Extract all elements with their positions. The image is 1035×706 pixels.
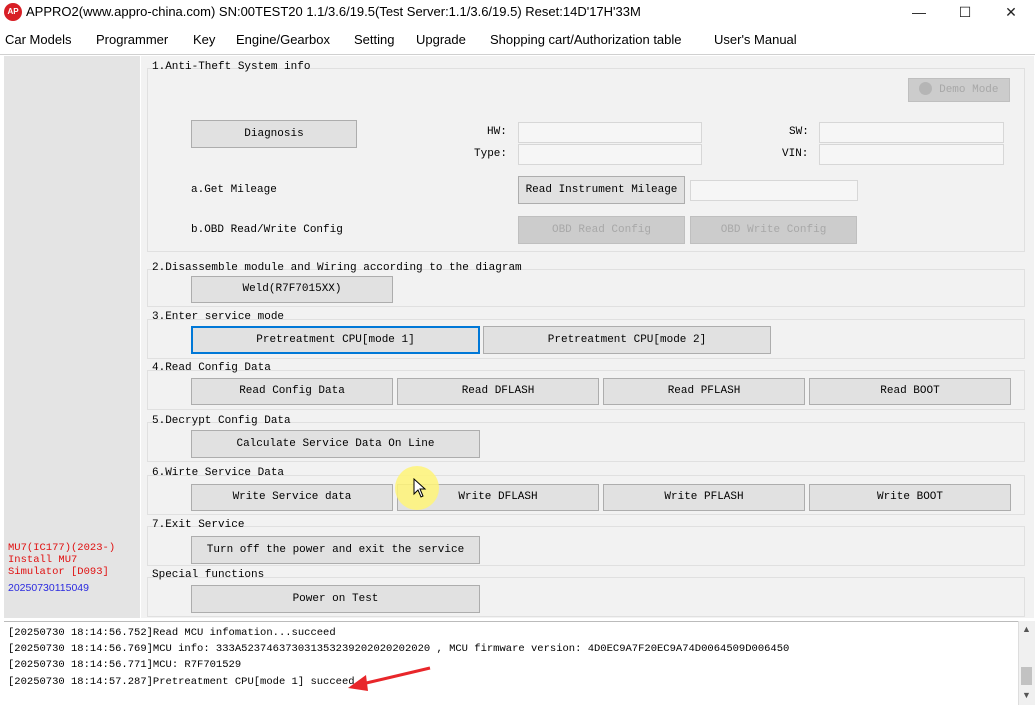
pretreatment-mode2-button[interactable]: Pretreatment CPU[mode 2] bbox=[483, 326, 771, 354]
main-panel: 1.Anti-Theft System info Demo Mode Diagn… bbox=[141, 56, 1034, 618]
section-title: 3.Enter service mode bbox=[152, 311, 285, 323]
section-title: Special functions bbox=[152, 569, 265, 581]
scroll-thumb[interactable] bbox=[1021, 667, 1032, 685]
obd-read-config-button[interactable]: OBD Read Config bbox=[518, 216, 685, 244]
read-boot-button[interactable]: Read BOOT bbox=[809, 378, 1011, 405]
exit-service-button[interactable]: Turn off the power and exit the service bbox=[191, 536, 480, 564]
log-line: [20250730 18:14:56.771]MCU: R7F701529 bbox=[8, 659, 242, 671]
vin-label: VIN: bbox=[782, 148, 809, 160]
scroll-down-icon[interactable]: ▼ bbox=[1022, 690, 1031, 700]
type-label: Type: bbox=[474, 148, 508, 160]
demo-mode-label: Demo Mode bbox=[939, 84, 999, 96]
demo-mode-button[interactable]: Demo Mode bbox=[908, 78, 1010, 102]
annotation-arrow-icon bbox=[348, 666, 431, 691]
section-title: 1.Anti-Theft System info bbox=[152, 61, 311, 73]
sidebar-install: Install MU7 bbox=[8, 554, 78, 566]
sidebar-simulator: Simulator [D093] bbox=[8, 566, 109, 578]
pretreatment-mode1-button[interactable]: Pretreatment CPU[mode 1] bbox=[191, 326, 480, 354]
power-on-test-button[interactable]: Power on Test bbox=[191, 585, 480, 613]
toggle-icon bbox=[919, 82, 933, 95]
menu-engine-gearbox[interactable]: Engine/Gearbox bbox=[236, 32, 330, 47]
hw-label: HW: bbox=[487, 126, 507, 138]
section-title: 4.Read Config Data bbox=[152, 362, 271, 374]
menu-upgrade[interactable]: Upgrade bbox=[416, 32, 466, 47]
log-line: [20250730 18:14:56.769]MCU info: 333A523… bbox=[8, 643, 790, 655]
scroll-up-icon[interactable]: ▲ bbox=[1022, 624, 1031, 634]
left-info-panel bbox=[4, 56, 140, 618]
read-dflash-button[interactable]: Read DFLASH bbox=[397, 378, 599, 405]
section-title: 5.Decrypt Config Data bbox=[152, 415, 291, 427]
menu-key[interactable]: Key bbox=[193, 32, 215, 47]
menu-divider bbox=[0, 54, 1035, 55]
window-title: APPRO2(www.appro-china.com) SN:00TEST20 … bbox=[26, 4, 641, 19]
menu-setting[interactable]: Setting bbox=[354, 32, 394, 47]
diagnosis-button[interactable]: Diagnosis bbox=[191, 120, 357, 148]
menu-users-manual[interactable]: User's Manual bbox=[714, 32, 797, 47]
type-field bbox=[518, 144, 702, 165]
maximize-button[interactable]: ☐ bbox=[942, 0, 988, 24]
weld-button[interactable]: Weld(R7F7015XX) bbox=[191, 276, 393, 303]
log-line: [20250730 18:14:56.752]Read MCU infomati… bbox=[8, 627, 336, 639]
mileage-field bbox=[690, 180, 858, 201]
menu-shopping-cart[interactable]: Shopping cart/Authorization table bbox=[490, 32, 682, 47]
write-boot-button[interactable]: Write BOOT bbox=[809, 484, 1011, 511]
sidebar-build: 20250730115049 bbox=[8, 582, 89, 594]
section-title: 2.Disassemble module and Wiring accordin… bbox=[152, 262, 522, 274]
mouse-cursor-icon bbox=[413, 478, 427, 498]
read-instrument-mileage-button[interactable]: Read Instrument Mileage bbox=[518, 176, 685, 204]
log-line: [20250730 18:14:57.287]Pretreatment CPU[… bbox=[8, 676, 355, 688]
sw-label: SW: bbox=[789, 126, 809, 138]
close-button[interactable]: ✕ bbox=[988, 0, 1034, 24]
log-output[interactable]: [20250730 18:14:56.752]Read MCU infomati… bbox=[4, 621, 1018, 706]
log-scrollbar[interactable]: ▲ ▼ bbox=[1018, 621, 1035, 705]
read-pflash-button[interactable]: Read PFLASH bbox=[603, 378, 805, 405]
get-mileage-label: a.Get Mileage bbox=[191, 184, 277, 196]
obd-config-label: b.OBD Read/Write Config bbox=[191, 224, 343, 236]
vin-field bbox=[819, 144, 1004, 165]
sidebar-model: MU7(IC177)(2023-) bbox=[8, 542, 116, 554]
write-service-data-button[interactable]: Write Service data bbox=[191, 484, 393, 511]
menu-car-models[interactable]: Car Models bbox=[5, 32, 71, 47]
minimize-button[interactable]: — bbox=[896, 0, 942, 24]
app-logo-icon: AP bbox=[4, 3, 22, 21]
write-pflash-button[interactable]: Write PFLASH bbox=[603, 484, 805, 511]
hw-field bbox=[518, 122, 702, 143]
read-config-data-button[interactable]: Read Config Data bbox=[191, 378, 393, 405]
calculate-service-data-button[interactable]: Calculate Service Data On Line bbox=[191, 430, 480, 458]
section-title: 6.Wirte Service Data bbox=[152, 467, 285, 479]
obd-write-config-button[interactable]: OBD Write Config bbox=[690, 216, 857, 244]
menu-programmer[interactable]: Programmer bbox=[96, 32, 168, 47]
section-title: 7.Exit Service bbox=[152, 519, 245, 531]
sw-field bbox=[819, 122, 1004, 143]
